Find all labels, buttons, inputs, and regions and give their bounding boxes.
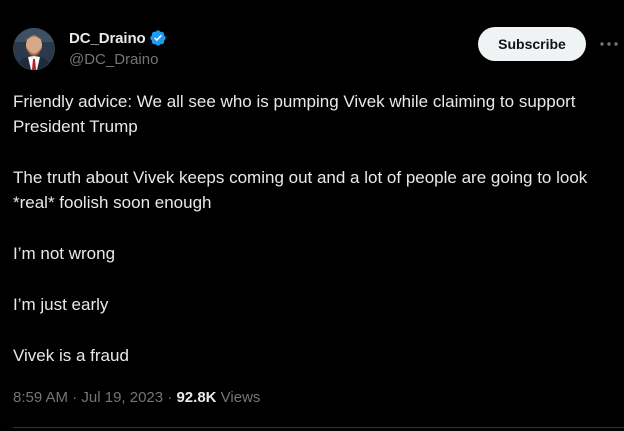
- meta-separator: ·: [167, 389, 173, 406]
- author-display-name[interactable]: DC_Draino: [69, 30, 146, 47]
- tweet-paragraph: The truth about Vivek keeps coming out a…: [13, 168, 588, 212]
- subscribe-button[interactable]: Subscribe: [478, 27, 586, 61]
- verified-badge-icon[interactable]: [149, 29, 167, 47]
- tweet-paragraph: Friendly advice: We all see who is pumpi…: [13, 92, 576, 136]
- tweet-time[interactable]: 8:59 AM: [13, 389, 68, 406]
- tweet-text: Friendly advice: We all see who is pumpi…: [13, 89, 613, 394]
- author-avatar[interactable]: [13, 28, 55, 70]
- tweet-paragraph: I’m not wrong: [13, 244, 116, 263]
- author-handle[interactable]: @DC_Draino: [69, 51, 158, 68]
- tweet-meta: 8:59 AM · Jul 19, 2023 · 92.8K Views: [13, 389, 260, 406]
- more-horizontal-icon[interactable]: [598, 34, 620, 54]
- tweet: DC_Draino @DC_Draino Subscribe Friendly …: [0, 0, 624, 431]
- views-label: Views: [220, 389, 261, 406]
- divider: [13, 427, 624, 428]
- tweet-date[interactable]: Jul 19, 2023: [81, 389, 163, 406]
- tweet-paragraph: Vivek is a fraud: [13, 346, 129, 365]
- meta-separator: ·: [72, 389, 78, 406]
- tweet-paragraph: I’m just early: [13, 295, 109, 314]
- author-name-row: DC_Draino: [69, 28, 167, 48]
- views-count: 92.8K: [176, 389, 217, 406]
- profile-photo-icon: [13, 28, 55, 70]
